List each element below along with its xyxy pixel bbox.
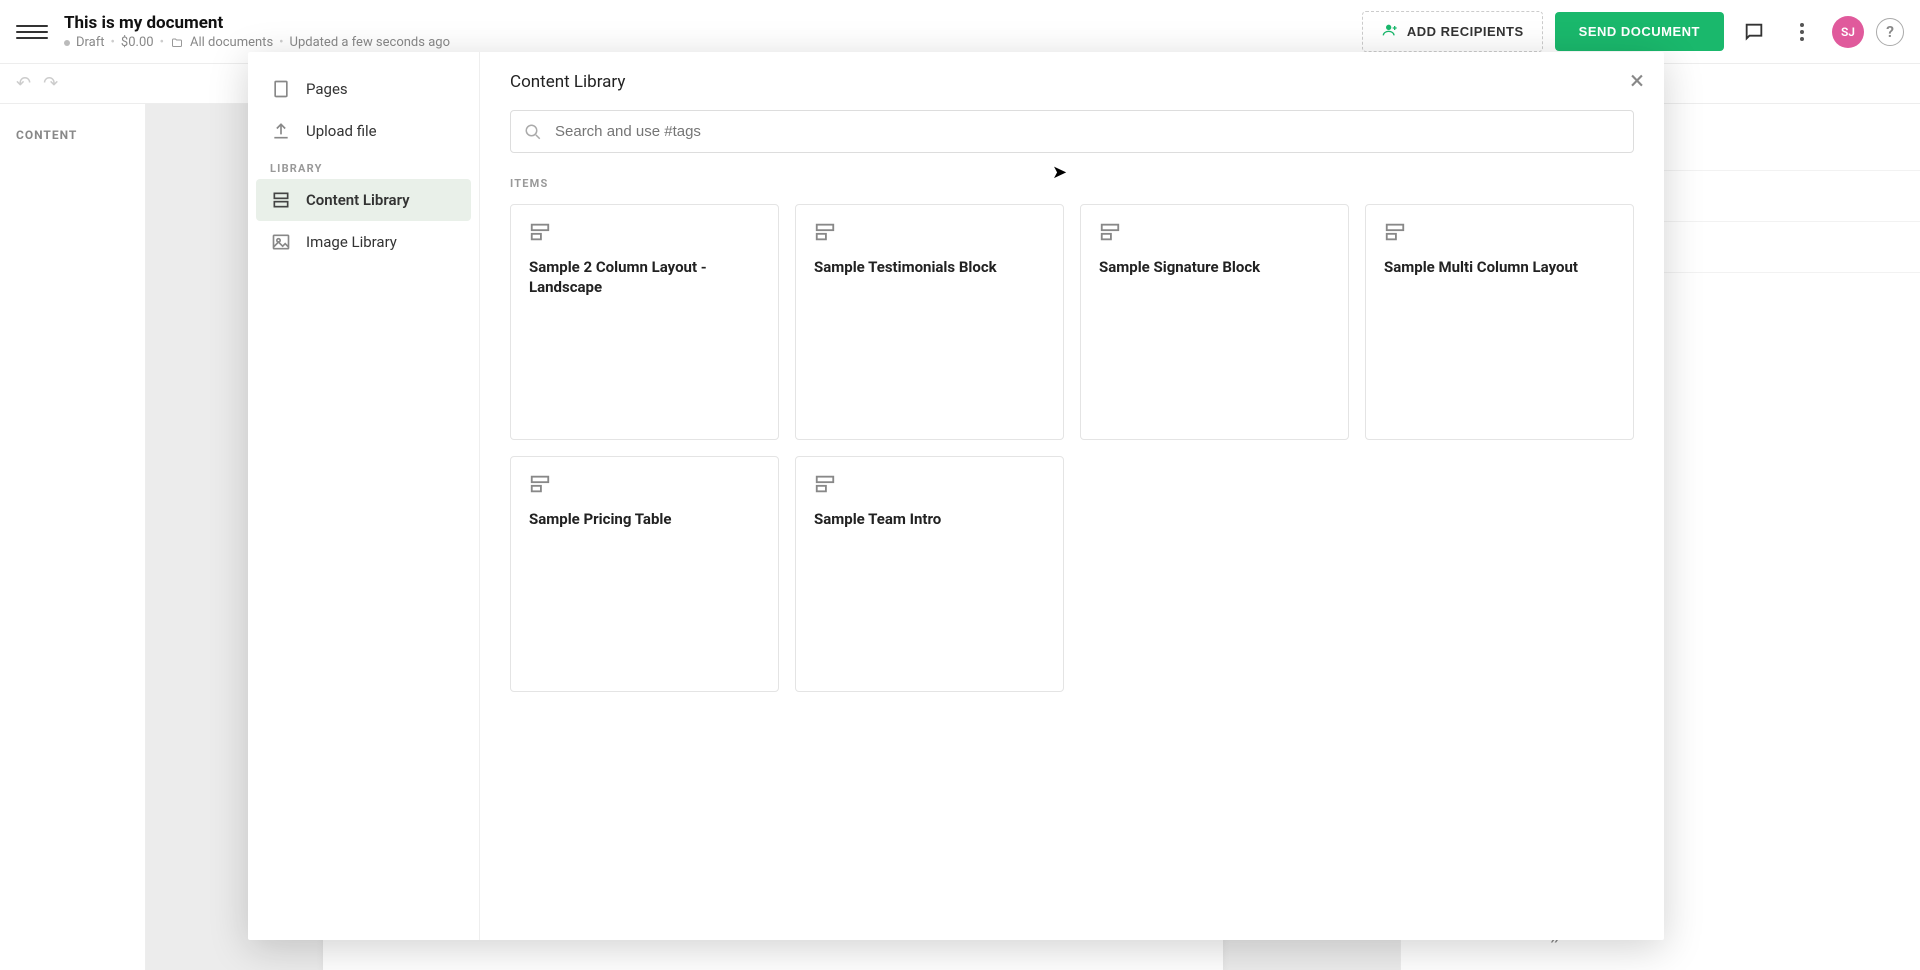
search-icon	[524, 123, 542, 141]
block-icon	[1099, 221, 1121, 243]
add-recipients-label: ADD RECIPIENTS	[1407, 24, 1524, 39]
add-person-icon	[1381, 22, 1399, 41]
pages-icon	[270, 78, 292, 100]
library-card[interactable]: Sample Team Intro	[795, 456, 1064, 692]
status-dot-icon	[64, 40, 70, 46]
redo-icon[interactable]: ↷	[43, 73, 58, 94]
block-icon	[529, 473, 551, 495]
sidebar-item-upload[interactable]: Upload file	[256, 110, 471, 152]
doc-meta: This is my document Draft • $0.00 • All …	[64, 13, 1362, 50]
content-tab-label[interactable]: CONTENT	[16, 128, 145, 142]
card-title: Sample 2 Column Layout - Landscape	[529, 257, 760, 298]
block-icon	[1384, 221, 1406, 243]
separator-icon: •	[111, 35, 115, 50]
folder-icon	[170, 37, 184, 49]
help-icon[interactable]: ?	[1876, 18, 1904, 46]
add-recipients-button[interactable]: ADD RECIPIENTS	[1362, 11, 1543, 52]
cursor-icon: ➤	[1052, 162, 1067, 183]
content-library-icon	[270, 189, 292, 211]
sidebar-section-label: LIBRARY	[256, 152, 471, 179]
modal-sidebar: Pages Upload file LIBRARY Content Librar…	[248, 52, 480, 940]
modal-title: Content Library	[510, 72, 1634, 92]
content-library-modal: Pages Upload file LIBRARY Content Librar…	[248, 52, 1664, 940]
block-icon	[529, 221, 551, 243]
separator-icon: •	[279, 35, 283, 50]
avatar[interactable]: SJ	[1832, 16, 1864, 48]
left-rail: CONTENT	[0, 104, 146, 970]
separator-icon: •	[160, 35, 164, 50]
sidebar-item-label: Upload file	[306, 122, 377, 140]
sidebar-item-label: Image Library	[306, 233, 397, 251]
sidebar-item-content-library[interactable]: Content Library	[256, 179, 471, 221]
more-icon[interactable]	[1784, 14, 1820, 50]
doc-title: This is my document	[64, 13, 1362, 33]
card-title: Sample Signature Block	[1099, 257, 1330, 277]
library-card[interactable]: Sample Testimonials Block	[795, 204, 1064, 440]
send-document-button[interactable]: SEND DOCUMENT	[1555, 12, 1724, 51]
chat-icon[interactable]	[1736, 14, 1772, 50]
doc-subtitle: Draft • $0.00 • All documents • Updated …	[64, 35, 1362, 50]
menu-icon[interactable]	[16, 16, 48, 48]
library-card[interactable]: Sample Multi Column Layout	[1365, 204, 1634, 440]
modal-main: × Content Library ➤ ITEMS Sample 2 Colum…	[480, 52, 1664, 940]
block-icon	[814, 473, 836, 495]
card-title: Sample Multi Column Layout	[1384, 257, 1615, 277]
library-card[interactable]: Sample 2 Column Layout - Landscape	[510, 204, 779, 440]
sidebar-item-label: Pages	[306, 80, 348, 98]
items-grid: Sample 2 Column Layout - Landscape Sampl…	[510, 204, 1634, 692]
location-label[interactable]: All documents	[190, 35, 273, 50]
card-title: Sample Team Intro	[814, 509, 1045, 529]
card-title: Sample Pricing Table	[529, 509, 760, 529]
search-wrap	[510, 110, 1634, 153]
top-actions: ADD RECIPIENTS SEND DOCUMENT SJ ?	[1362, 11, 1904, 52]
image-library-icon	[270, 231, 292, 253]
sidebar-item-pages[interactable]: Pages	[256, 68, 471, 110]
updated-label: Updated a few seconds ago	[290, 35, 450, 50]
sidebar-item-label: Content Library	[306, 191, 410, 209]
price-label: $0.00	[121, 35, 154, 50]
close-icon[interactable]: ×	[1630, 66, 1644, 96]
upload-icon	[270, 120, 292, 142]
status-label: Draft	[76, 35, 105, 50]
block-icon	[814, 221, 836, 243]
undo-icon[interactable]: ↶	[16, 73, 31, 94]
items-section-label: ITEMS	[510, 177, 1634, 190]
sidebar-item-image-library[interactable]: Image Library	[256, 221, 471, 263]
library-card[interactable]: Sample Signature Block	[1080, 204, 1349, 440]
search-input[interactable]	[510, 110, 1634, 153]
library-card[interactable]: Sample Pricing Table	[510, 456, 779, 692]
card-title: Sample Testimonials Block	[814, 257, 1045, 277]
